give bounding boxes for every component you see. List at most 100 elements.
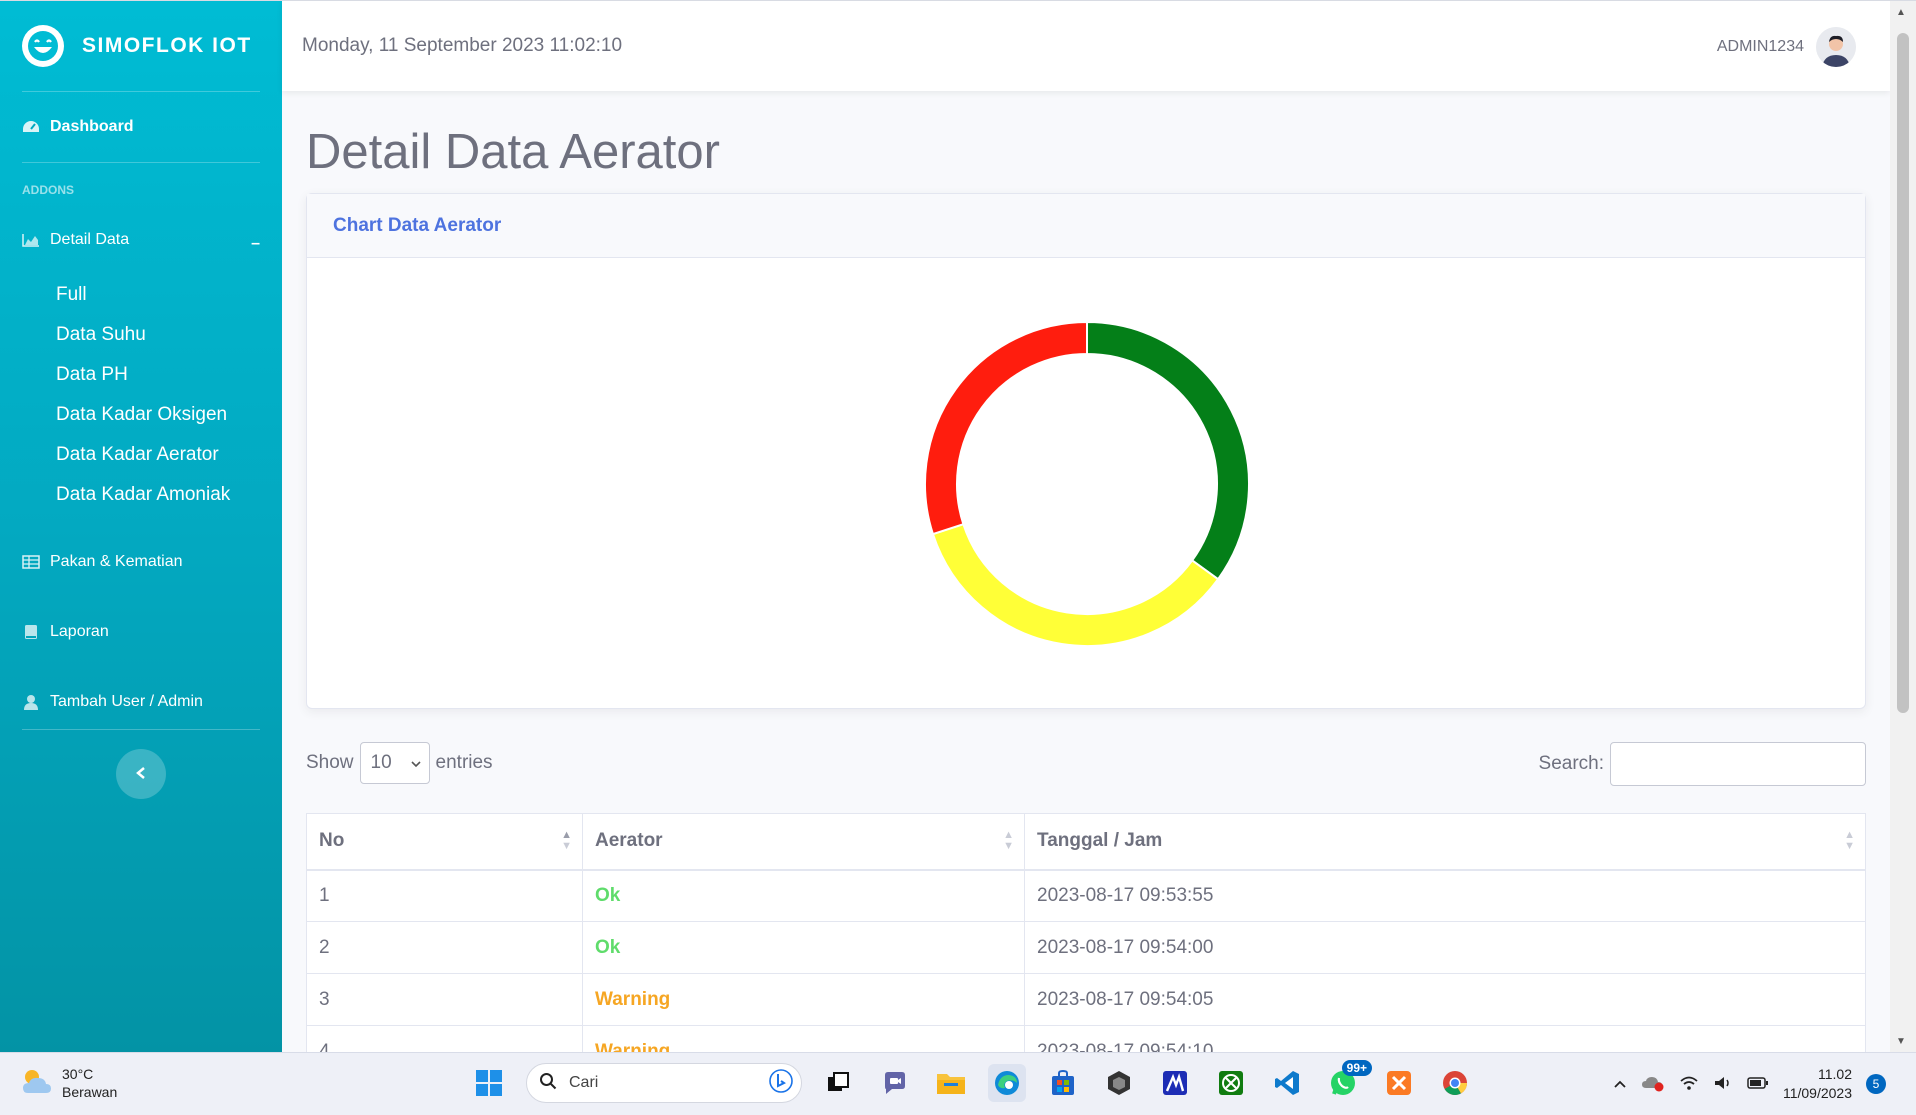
xampp-icon[interactable] (1380, 1064, 1418, 1102)
teams-chat-icon[interactable] (876, 1064, 914, 1102)
taskbar-search-placeholder: Cari (569, 1074, 599, 1091)
column-label: Aerator (595, 830, 663, 852)
weather-condition: Berawan (62, 1084, 118, 1100)
table-row: 2 Ok 2023-08-17 09:54:00 (306, 921, 1866, 974)
datatable-controls: Show 10 entries Search: (306, 727, 1866, 813)
clock-date: 11/09/2023 (1782, 1085, 1852, 1101)
table-row: 1 Ok 2023-08-17 09:53:55 (306, 869, 1866, 922)
cell-tanggal: 2023-08-17 09:54:05 (1024, 973, 1866, 1026)
sort-icon: ▲ ▼ (561, 829, 572, 852)
cell-tanggal: 2023-08-17 09:53:55 (1024, 869, 1866, 922)
current-datetime: Monday, 11 September 2023 11:02:10 (302, 35, 623, 56)
sidebar-heading: ADDONS (22, 183, 75, 197)
scroll-down-icon[interactable]: ▼ (1896, 1036, 1906, 1047)
xbox-icon[interactable] (1212, 1064, 1250, 1102)
unity-icon[interactable] (1100, 1064, 1138, 1102)
cell-no: 2 (306, 921, 583, 974)
cell-tanggal: 2023-08-17 09:54:00 (1024, 921, 1866, 974)
column-header-aerator[interactable]: Aerator ▲ ▼ (582, 813, 1025, 871)
submenu-item-data-oksigen[interactable]: Data Kadar Oksigen (56, 395, 282, 435)
scroll-thumb[interactable] (1897, 33, 1909, 713)
file-explorer-icon[interactable] (932, 1064, 970, 1102)
volume-icon[interactable] (1713, 1075, 1733, 1094)
battery-icon[interactable] (1747, 1076, 1769, 1093)
chevron-down-icon (410, 752, 421, 774)
entries-value: 10 (370, 752, 392, 773)
taskbar-search[interactable]: Cari (526, 1063, 802, 1103)
microsoft-store-icon[interactable] (1044, 1064, 1082, 1102)
submenu-item-data-ph[interactable]: Data PH (56, 355, 282, 395)
sidebar-item-pakan[interactable]: Pakan & Kematian (0, 527, 282, 597)
sidebar-item-tambah-user[interactable]: Tambah User / Admin (0, 667, 282, 737)
sidebar-item-label: Tambah User / Admin (50, 693, 203, 710)
whatsapp-icon[interactable]: 99+ (1324, 1060, 1372, 1102)
taskbar: 30°C Berawan Cari 99+ 11.02 11/09/2023 5 (0, 1052, 1916, 1115)
chrome-icon[interactable] (1436, 1064, 1474, 1102)
onedrive-icon[interactable] (1641, 1074, 1665, 1095)
card-title: Chart Data Aerator (307, 194, 1865, 258)
donut-slice-danger[interactable] (924, 320, 1088, 536)
weather-widget[interactable]: 30°C Berawan (20, 1065, 117, 1101)
topbar: Monday, 11 September 2023 11:02:10 ADMIN… (282, 1, 1890, 91)
mobaxterm-icon[interactable] (1156, 1064, 1194, 1102)
cell-aerator-status: Ok (582, 921, 1025, 974)
search-input[interactable] (1610, 742, 1866, 786)
browser-window: SIMOFLOK IOT Dashboard ADDONS Detail Dat… (0, 0, 1916, 1052)
chart-area (307, 258, 1865, 708)
sort-icon: ▲ ▼ (1003, 829, 1014, 852)
brand[interactable]: SIMOFLOK IOT (0, 1, 282, 91)
notification-badge[interactable]: 5 (1866, 1074, 1886, 1094)
sidebar-item-label: Dashboard (50, 118, 134, 135)
entries-select[interactable]: 10 (359, 742, 430, 784)
cell-no: 1 (306, 869, 583, 922)
sidebar-item-laporan[interactable]: Laporan (0, 597, 282, 667)
detail-data-submenu: Full Data Suhu Data PH Data Kadar Oksige… (0, 275, 282, 515)
show-label: Show (306, 752, 354, 773)
sidebar-item-detail-data[interactable]: Detail Data – (0, 205, 282, 275)
submenu-item-full[interactable]: Full (56, 275, 282, 315)
taskbar-apps: Cari 99+ (470, 1060, 1474, 1103)
chart-card: Chart Data Aerator (306, 193, 1866, 709)
submenu-item-data-suhu[interactable]: Data Suhu (56, 315, 282, 355)
chevron-up-icon[interactable] (1613, 1076, 1627, 1092)
donut-slice-ok[interactable] (1086, 320, 1250, 581)
area-chart-icon (22, 231, 40, 249)
table-search: Search: (1539, 742, 1866, 786)
sidebar-toggle-button[interactable] (116, 749, 166, 799)
submenu-item-data-amoniak[interactable]: Data Kadar Amoniak (56, 475, 282, 515)
user-icon (22, 693, 40, 711)
chevron-left-icon (135, 763, 147, 786)
sidebar-item-dashboard[interactable]: Dashboard (0, 92, 282, 162)
taskbar-clock[interactable]: 11.02 11/09/2023 (1783, 1065, 1852, 1103)
username: ADMIN1234 (1716, 38, 1804, 55)
cell-no: 3 (306, 973, 583, 1026)
clock-time: 11.02 (1818, 1066, 1852, 1082)
system-tray: 11.02 11/09/2023 5 (1613, 1065, 1886, 1103)
user-menu[interactable]: ADMIN1234 (1717, 27, 1856, 67)
donut-slice-warning[interactable] (931, 522, 1220, 647)
brand-name: SIMOFLOK IOT (82, 34, 252, 57)
task-view-icon[interactable] (820, 1064, 858, 1102)
page-scrollbar[interactable]: ▲ ▼ (1890, 1, 1916, 1052)
column-header-no[interactable]: No ▲ ▼ (306, 813, 583, 871)
sort-icon: ▲ ▼ (1844, 829, 1855, 852)
sidebar: SIMOFLOK IOT Dashboard ADDONS Detail Dat… (0, 1, 282, 1052)
scroll-up-icon[interactable]: ▲ (1896, 7, 1906, 18)
whatsapp-badge: 99+ (1341, 1060, 1372, 1076)
column-label: No (319, 830, 345, 852)
cloudy-sun-icon (20, 1067, 54, 1099)
donut-chart (924, 320, 1250, 647)
table-header-row: No ▲ ▼ Aerator ▲ ▼ Tanggal / Jam ▲ ▼ (306, 813, 1866, 871)
wifi-icon[interactable] (1679, 1075, 1699, 1094)
table-row: 4 Warning 2023-08-17 09:54:10 (306, 1025, 1866, 1052)
sidebar-divider (22, 729, 260, 730)
data-table: No ▲ ▼ Aerator ▲ ▼ Tanggal / Jam ▲ ▼ 1 O… (306, 813, 1866, 1052)
vscode-icon[interactable] (1268, 1064, 1306, 1102)
column-header-tanggal[interactable]: Tanggal / Jam ▲ ▼ (1024, 813, 1866, 871)
edge-browser-icon[interactable] (988, 1064, 1026, 1102)
tachometer-icon (22, 118, 40, 136)
entries-label: entries (435, 752, 493, 773)
windows-start-icon[interactable] (470, 1064, 508, 1102)
sidebar-item-label: Laporan (50, 623, 109, 640)
submenu-item-data-aerator[interactable]: Data Kadar Aerator (56, 435, 282, 475)
